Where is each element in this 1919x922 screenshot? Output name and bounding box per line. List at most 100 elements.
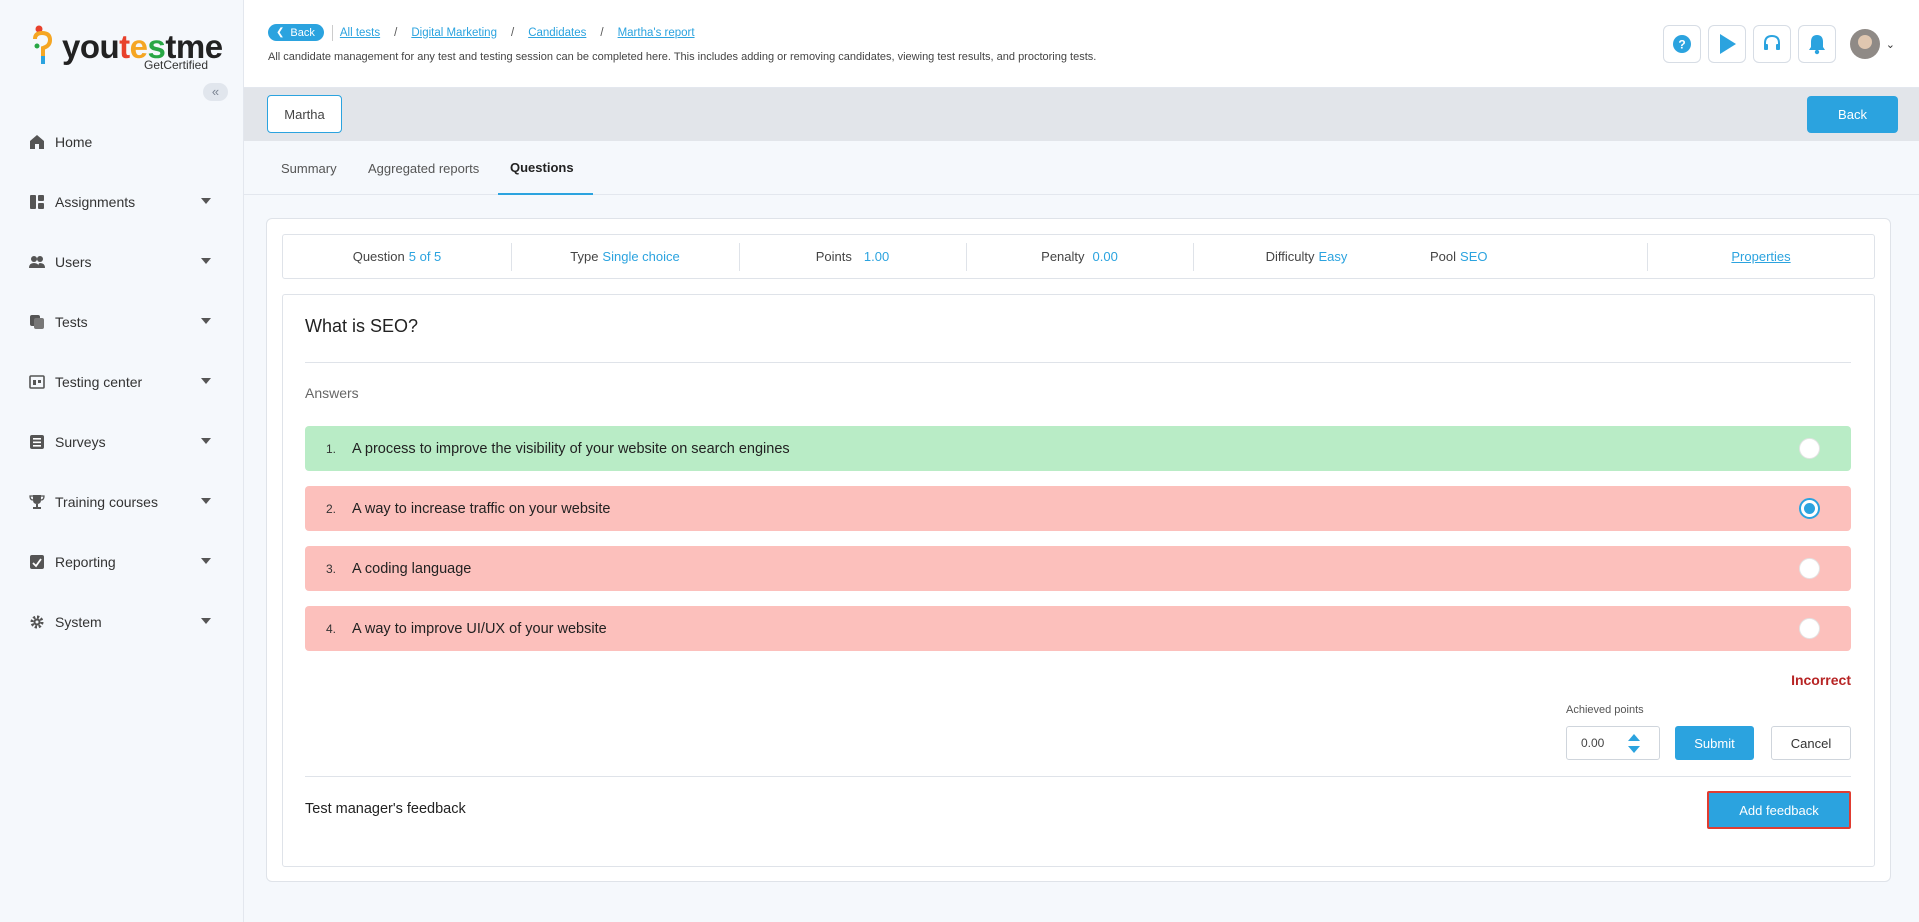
meta-value: SEO [1460, 249, 1488, 264]
sidebar-item-system[interactable]: System [0, 592, 243, 652]
properties-link[interactable]: Properties [1731, 249, 1790, 264]
chevron-down-icon [201, 558, 211, 564]
achieved-points-label: Achieved points [1566, 704, 1644, 716]
youtestme-logo[interactable]: youtestme GetCertified [32, 24, 223, 74]
candidate-bar: Martha Back [244, 88, 1919, 141]
answer-text: A way to improve UI/UX of your website [352, 620, 607, 637]
support-button[interactable] [1752, 25, 1791, 63]
help-button[interactable]: ? [1662, 25, 1701, 63]
chevron-down-icon [201, 498, 211, 504]
sidebar-item-training-courses[interactable]: Training courses [0, 472, 243, 532]
answer-number: 3. [325, 561, 336, 576]
surveys-icon [30, 435, 44, 449]
play-icon [1719, 34, 1736, 54]
tab-aggregated-reports[interactable]: Aggregated reports [368, 141, 479, 195]
play-button[interactable] [1707, 25, 1746, 63]
notifications-button[interactable] [1797, 25, 1836, 63]
achieved-points-value: 0.00 [1581, 736, 1605, 750]
sidebar-item-surveys[interactable]: Surveys [0, 412, 243, 472]
logo-icon [33, 25, 53, 64]
assignments-icon [30, 195, 44, 209]
back-button[interactable]: Back [1807, 96, 1898, 133]
meta-value: Easy [1318, 249, 1348, 264]
sidebar-item-label: Assignments [55, 194, 136, 210]
meta-value: 0.00 [1092, 249, 1118, 264]
answer-number: 1. [325, 441, 336, 456]
breadcrumb-separator: / [600, 26, 604, 39]
breadcrumb-divider [331, 24, 333, 41]
sidebar-item-home[interactable]: Home [0, 112, 243, 172]
chevron-down-icon [201, 438, 211, 444]
meta-label: Question [352, 249, 405, 264]
tab-summary[interactable]: Summary [281, 141, 337, 195]
help-icon: ? [1672, 35, 1691, 53]
report-tabs: Summary Aggregated reports Questions [244, 141, 1919, 195]
logo-subtitle: GetCertified [144, 58, 209, 72]
sidebar-nav: Home Assignments Users Tests Testing cen… [0, 112, 243, 652]
breadcrumb-back-button[interactable]: ❮ Back [268, 24, 324, 41]
trophy-icon [29, 495, 45, 509]
decrement-arrow-icon[interactable] [1628, 746, 1640, 753]
reporting-icon [30, 555, 44, 569]
breadcrumb-all-tests[interactable]: All tests [340, 27, 380, 39]
achieved-points-stepper[interactable]: 0.00 [1566, 726, 1660, 760]
question-meta-bar: Question 5 of 5 Type Single choice Points 1… [282, 234, 1875, 279]
avatar[interactable] [1849, 29, 1880, 59]
meta-label: Penalty [1041, 249, 1085, 264]
chevron-down-icon [201, 378, 211, 384]
answer-radio[interactable] [1799, 438, 1820, 459]
sidebar-item-label: Training courses [55, 494, 158, 510]
increment-arrow-icon[interactable] [1628, 734, 1640, 741]
sidebar-item-label: System [55, 614, 102, 630]
meta-label: Points [815, 249, 852, 264]
sidebar-item-label: Reporting [55, 554, 116, 570]
sidebar-item-label: Tests [55, 314, 88, 330]
collapse-sidebar-icon[interactable]: « [203, 83, 228, 101]
answer-number: 4. [325, 621, 336, 636]
sidebar-item-tests[interactable]: Tests [0, 292, 243, 352]
chevron-left-icon: ❮ [276, 27, 285, 38]
candidate-button[interactable]: Martha [267, 95, 342, 133]
tests-icon [30, 315, 44, 329]
sidebar-item-testing-center[interactable]: Testing center [0, 352, 243, 412]
answer-radio[interactable] [1799, 618, 1820, 639]
svg-text:?: ? [1678, 38, 1685, 52]
page-description: All candidate management for any test an… [268, 51, 1097, 63]
answer-radio-selected[interactable] [1799, 498, 1820, 519]
chevron-down-icon [201, 618, 211, 624]
sidebar-item-users[interactable]: Users [0, 232, 243, 292]
meta-value: Single choice [602, 249, 680, 264]
users-icon [29, 256, 45, 268]
add-feedback-button[interactable]: Add feedback [1707, 791, 1851, 829]
breadcrumb-marthas-report[interactable]: Martha's report [618, 27, 695, 39]
gear-icon [30, 615, 44, 629]
home-icon [30, 135, 44, 149]
tab-questions[interactable]: Questions [498, 141, 593, 195]
chevron-down-icon[interactable]: ⌄ [1886, 38, 1895, 51]
divider [305, 776, 1851, 777]
answer-radio[interactable] [1799, 558, 1820, 579]
breadcrumb-digital-marketing[interactable]: Digital Marketing [411, 27, 497, 39]
sidebar-item-label: Testing center [55, 374, 143, 390]
headset-icon [1763, 34, 1780, 50]
meta-label: Difficulty [1265, 249, 1315, 264]
answer-option-1: 1. A process to improve the visibility o… [305, 426, 1851, 471]
submit-button[interactable]: Submit [1675, 726, 1754, 760]
cancel-button[interactable]: Cancel [1771, 726, 1851, 760]
sidebar: youtestme GetCertified « Home Assignment… [0, 0, 244, 922]
chevron-down-icon [201, 258, 211, 264]
divider [305, 362, 1851, 363]
breadcrumb-separator: / [510, 26, 515, 39]
top-header: ❮ Back All tests / Digital Marketing / C… [244, 0, 1919, 88]
breadcrumb-separator: / [394, 26, 398, 39]
bell-icon [1808, 35, 1825, 55]
sidebar-item-reporting[interactable]: Reporting [0, 532, 243, 592]
meta-value: 5 of 5 [408, 249, 442, 264]
answer-number: 2. [325, 501, 336, 516]
breadcrumb-candidates[interactable]: Candidates [528, 27, 586, 39]
answer-text: A way to increase traffic on your websit… [352, 500, 611, 517]
result-status: Incorrect [1791, 672, 1851, 688]
meta-label: Type [570, 249, 599, 264]
answer-text: A coding language [352, 560, 472, 577]
sidebar-item-assignments[interactable]: Assignments [0, 172, 243, 232]
